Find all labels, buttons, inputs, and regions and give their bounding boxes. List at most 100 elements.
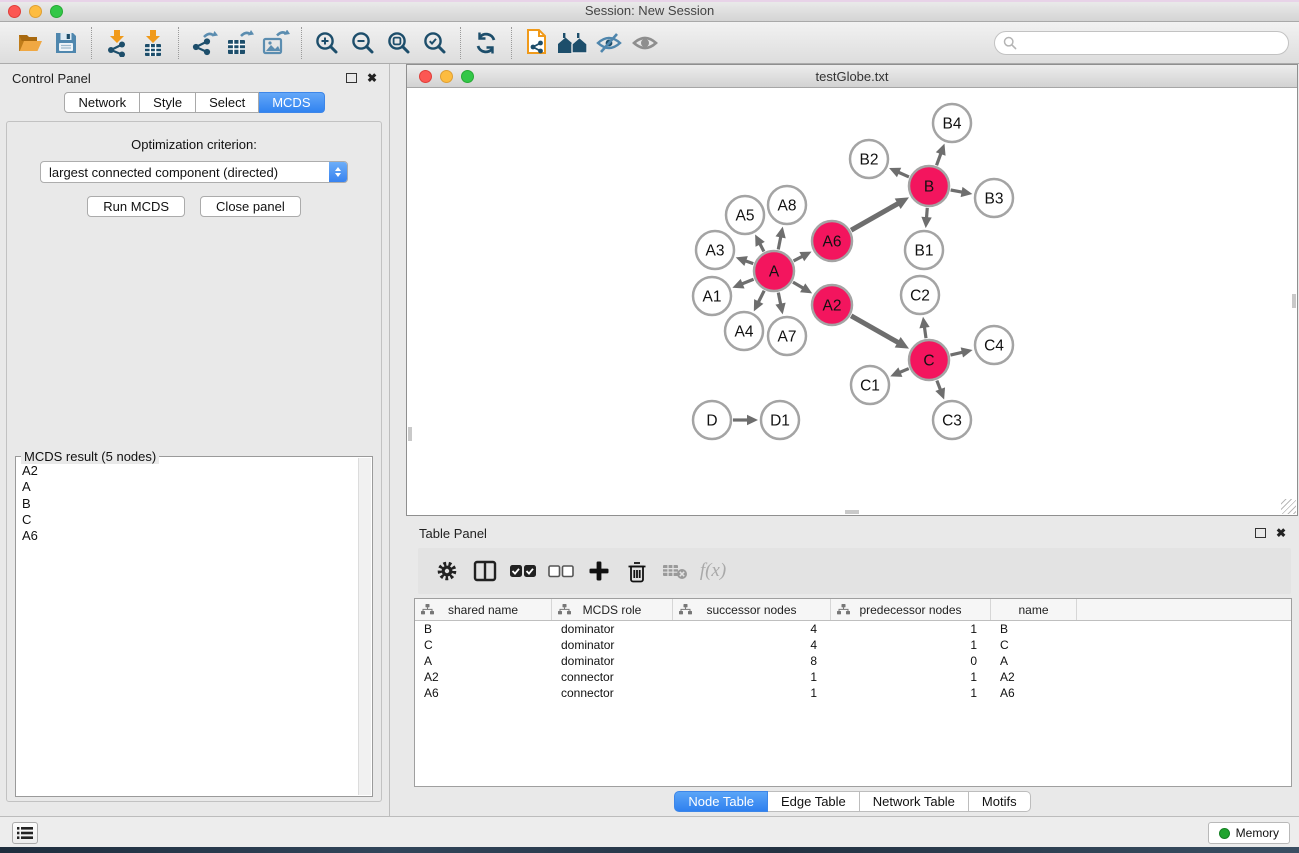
graph-edge[interactable]: [851, 316, 898, 343]
table-cell[interactable]: connector: [552, 669, 673, 685]
table-cell[interactable]: 0: [831, 653, 991, 669]
float-table-panel-icon[interactable]: [1255, 528, 1266, 538]
result-item[interactable]: B: [22, 496, 357, 512]
delete-table-icon[interactable]: [656, 553, 694, 589]
graph-edge[interactable]: [898, 172, 909, 177]
export-image-icon[interactable]: [258, 26, 294, 60]
table-row[interactable]: Bdominator41B: [415, 621, 1291, 637]
column-header[interactable]: predecessor nodes: [831, 599, 991, 620]
zoom-selected-icon[interactable]: [417, 26, 453, 60]
table-cell[interactable]: connector: [552, 685, 673, 701]
hide-selected-icon[interactable]: [591, 26, 627, 60]
table-cell[interactable]: C: [415, 637, 552, 653]
graph-edge[interactable]: [851, 203, 898, 230]
deselect-all-icon[interactable]: [542, 553, 580, 589]
tab-style[interactable]: Style: [140, 92, 196, 113]
graph-edge[interactable]: [742, 279, 754, 284]
run-mcds-button[interactable]: Run MCDS: [87, 196, 185, 217]
result-item[interactable]: A6: [22, 528, 357, 544]
graph-edge[interactable]: [793, 282, 804, 288]
tab-edge-table[interactable]: Edge Table: [768, 791, 860, 812]
table-row[interactable]: Adominator80A: [415, 653, 1291, 669]
add-icon[interactable]: [580, 553, 618, 589]
graph-edge[interactable]: [794, 256, 803, 261]
table-cell[interactable]: 1: [831, 669, 991, 685]
table-cell[interactable]: A: [415, 653, 552, 669]
resize-grip[interactable]: [1281, 499, 1296, 514]
tab-motifs[interactable]: Motifs: [969, 791, 1031, 812]
table-cell[interactable]: A6: [991, 685, 1077, 701]
export-network-icon[interactable]: [186, 26, 222, 60]
graph-edge[interactable]: [899, 369, 908, 373]
optimization-criterion-select[interactable]: largest connected component (directed): [40, 161, 348, 183]
table-cell[interactable]: B: [415, 621, 552, 637]
table-cell[interactable]: A2: [415, 669, 552, 685]
scrollbar-mark-left[interactable]: [408, 427, 412, 441]
scrollbar-mark-right[interactable]: [1292, 294, 1296, 308]
tab-select[interactable]: Select: [196, 92, 259, 113]
graph-edge[interactable]: [924, 327, 926, 339]
table-row[interactable]: A2connector11A2: [415, 669, 1291, 685]
result-item[interactable]: A: [22, 479, 357, 495]
graph-edge[interactable]: [937, 153, 941, 165]
tab-node-table[interactable]: Node Table: [674, 791, 768, 812]
table-cell[interactable]: 4: [673, 637, 831, 653]
column-header[interactable]: name: [991, 599, 1077, 620]
table-cell[interactable]: dominator: [552, 653, 673, 669]
graph-edge[interactable]: [950, 352, 962, 355]
table-cell[interactable]: dominator: [552, 637, 673, 653]
table-settings-icon[interactable]: [428, 553, 466, 589]
tab-network-table[interactable]: Network Table: [860, 791, 969, 812]
table-cell[interactable]: 8: [673, 653, 831, 669]
first-neighbors-icon[interactable]: [555, 26, 591, 60]
export-table-icon[interactable]: [222, 26, 258, 60]
close-panel-icon[interactable]: ✖: [367, 72, 377, 84]
table-cell[interactable]: dominator: [552, 621, 673, 637]
result-item[interactable]: C: [22, 512, 357, 528]
tab-mcds[interactable]: MCDS: [259, 92, 324, 113]
table-cell[interactable]: 1: [831, 621, 991, 637]
table-cell[interactable]: C: [991, 637, 1077, 653]
network-canvas[interactable]: AA1A2A3A4A5A6A7A8BB1B2B3B4CC1C2C3C4DD1: [408, 89, 1296, 514]
table-cell[interactable]: 1: [831, 637, 991, 653]
result-item[interactable]: A2: [22, 463, 357, 479]
table-cell[interactable]: 1: [673, 685, 831, 701]
save-session-icon[interactable]: [48, 26, 84, 60]
graph-edge[interactable]: [926, 208, 927, 218]
tab-network[interactable]: Network: [64, 92, 140, 113]
result-scrollbar[interactable]: [358, 458, 371, 795]
table-cell[interactable]: 4: [673, 621, 831, 637]
zoom-in-icon[interactable]: [309, 26, 345, 60]
table-cell[interactable]: A: [991, 653, 1077, 669]
table-cell[interactable]: 1: [673, 669, 831, 685]
delete-icon[interactable]: [618, 553, 656, 589]
graph-edge[interactable]: [951, 190, 963, 192]
refresh-icon[interactable]: [468, 26, 504, 60]
column-header[interactable]: shared name: [415, 599, 552, 620]
table-row[interactable]: A6connector11A6: [415, 685, 1291, 701]
select-all-icon[interactable]: [504, 553, 542, 589]
graph-edge[interactable]: [778, 293, 780, 305]
table-row[interactable]: Cdominator41C: [415, 637, 1291, 653]
graph-edge[interactable]: [758, 291, 764, 303]
table-cell[interactable]: A6: [415, 685, 552, 701]
zoom-fit-icon[interactable]: [381, 26, 417, 60]
graph-edge[interactable]: [745, 261, 753, 264]
scrollbar-mark-bottom[interactable]: [845, 510, 859, 514]
close-panel-button[interactable]: Close panel: [200, 196, 301, 217]
mcds-result-list[interactable]: A2ABCA6: [17, 458, 357, 795]
close-table-panel-icon[interactable]: ✖: [1276, 527, 1286, 539]
new-network-from-file-icon[interactable]: [519, 26, 555, 60]
function-builder-icon[interactable]: f(x): [694, 553, 732, 589]
column-header[interactable]: successor nodes: [673, 599, 831, 620]
network-graph[interactable]: AA1A2A3A4A5A6A7A8BB1B2B3B4CC1C2C3C4DD1: [408, 89, 1296, 514]
table-cell[interactable]: 1: [831, 685, 991, 701]
open-session-icon[interactable]: [12, 26, 48, 60]
show-column-icon[interactable]: [466, 553, 504, 589]
table-cell[interactable]: B: [991, 621, 1077, 637]
task-history-button[interactable]: [12, 822, 38, 844]
column-header[interactable]: MCDS role: [552, 599, 673, 620]
import-network-icon[interactable]: [99, 26, 135, 60]
network-window-titlebar[interactable]: testGlobe.txt: [407, 65, 1297, 88]
import-table-icon[interactable]: [135, 26, 171, 60]
